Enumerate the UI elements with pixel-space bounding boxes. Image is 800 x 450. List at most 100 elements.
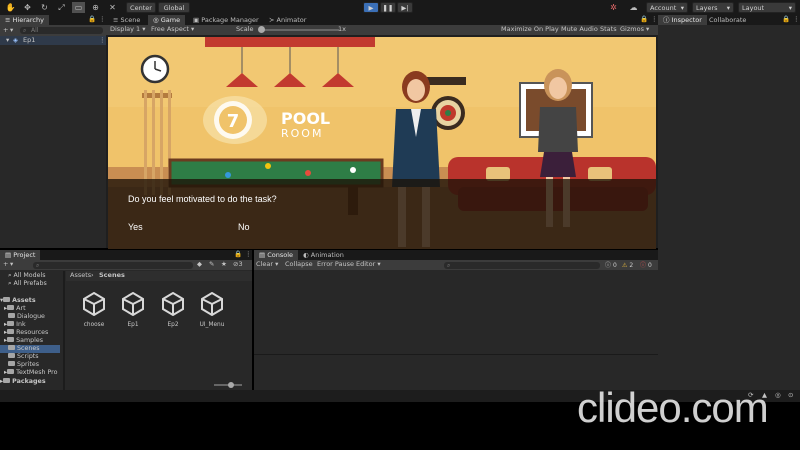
asset-ep2[interactable]: Ep2 [158,292,188,332]
tab-hierarchy[interactable]: ≡ Hierarchy [0,15,49,25]
gizmos-dropdown[interactable]: Gizmos ▾ [620,25,649,34]
collab-icon[interactable]: ✲ [607,2,620,13]
lock-icon[interactable]: 🔒 [234,250,242,259]
cache-icon[interactable]: ◎ [775,391,781,400]
move-tool-icon[interactable]: ✥ [21,2,34,13]
maximize-on-play-toggle[interactable]: Maximize On Play [501,25,559,34]
custom-tool-icon[interactable]: ✕ [106,2,119,13]
tree-item-all-models[interactable]: ⌕ All Models [0,272,60,280]
filter-label-icon[interactable]: ✎ [209,260,214,269]
tree-label: Dialogue [17,313,45,320]
collapse-button[interactable]: Collapse [285,260,313,269]
chevron-down-icon[interactable]: ▾ [10,26,13,35]
choice-no-button[interactable]: No [238,222,250,232]
lock-icon[interactable]: 🔒 [782,15,790,24]
game-view-toolbar: Display 1 ▾ Free Aspect ▾ Scale 1x Maxim… [106,25,658,35]
kebab-menu-icon[interactable]: ⋮ [245,250,252,259]
icon-size-slider[interactable] [214,382,242,388]
rect-tool-icon[interactable]: ▭ [72,2,85,13]
pause-button[interactable]: ❚❚ [380,2,396,13]
console-search-input[interactable]: ⌕ [444,262,600,269]
space-toggle[interactable]: Global [158,2,190,13]
info-count-badge[interactable]: ⓘ 0 [605,262,617,270]
tab-animation[interactable]: ◐ Animation [298,250,349,260]
breadcrumb-scenes[interactable]: Scenes [99,271,125,280]
tab-console[interactable]: ▤ Console [254,250,299,260]
kebab-menu-icon[interactable]: ⋮ [99,15,106,24]
poster-line1: POOL [281,109,330,128]
tree-item-assets[interactable]: ▾ Assets [0,297,60,305]
tab-collaborate[interactable]: Collaborate [704,15,751,25]
filter-type-icon[interactable]: ◆ [197,260,202,269]
tab-package-manager[interactable]: ▣ Package Manager [188,15,264,25]
tree-item-samples[interactable]: ▸ Samples [0,337,60,345]
step-button[interactable]: ▶| [397,2,413,13]
project-search-input[interactable]: ⌕ [33,262,193,269]
lock-icon[interactable]: 🔒 [88,15,96,24]
mute-audio-toggle[interactable]: Mute Audio [561,25,598,34]
breadcrumb-assets[interactable]: Assets [70,271,91,280]
tree-item-sprites[interactable]: Sprites [0,361,60,369]
tree-label: Assets [12,297,36,304]
transform-tool-icon[interactable]: ⊕ [89,2,102,13]
hand-tool-icon[interactable]: ✋ [4,2,17,13]
tree-item-packages[interactable]: ▸ Packages [0,378,60,386]
tree-item-ink[interactable]: ▸ Ink [0,321,60,329]
tab-game[interactable]: ◎ Game [148,15,186,25]
tab-scene[interactable]: ≡ Scene [108,15,145,25]
kebab-menu-icon[interactable]: ⋮ [99,36,106,45]
asset-ep1[interactable]: Ep1 [118,292,148,332]
tab-project[interactable]: ▤ Project [0,250,41,260]
scale-slider[interactable] [258,26,339,33]
display-dropdown[interactable]: Display 1 ▾ [110,25,146,34]
cloud-icon[interactable]: ☁ [627,2,640,13]
warning-count-badge[interactable]: ⚠ 2 [622,262,633,270]
unity-scene-icon [122,292,144,316]
scale-tool-icon[interactable]: ⤢ [55,2,68,13]
asset-ui-menu[interactable]: UI_Menu [197,292,227,332]
scale-slider-thumb[interactable] [258,26,265,33]
tree-item-art[interactable]: ▸ Art [0,305,60,313]
editor-dropdown[interactable]: Editor ▾ [356,260,381,269]
error-pause-button[interactable]: Error Pause [317,260,354,269]
tree-item-scenes[interactable]: Scenes [0,345,60,353]
stats-toggle[interactable]: Stats [600,25,617,34]
pivot-toggle[interactable]: Center [126,2,156,13]
poster-line2: ROOM [281,127,323,140]
create-button[interactable]: + [3,260,8,269]
tree-item-dialogue[interactable]: Dialogue [0,313,60,321]
kebab-menu-icon[interactable]: ⋮ [651,15,658,24]
icon-size-thumb[interactable] [228,382,234,388]
account-dropdown[interactable]: Account ▾ [646,2,688,13]
debug-icon[interactable]: ⊙ [788,391,793,400]
add-object-button[interactable]: + [3,26,8,35]
asset-choose[interactable]: choose [79,292,109,332]
tree-item-all-prefabs[interactable]: ⌕ All Prefabs [0,280,60,288]
hidden-packages-icon[interactable]: ⊘3 [233,260,243,269]
breadcrumb: Assets › Scenes [66,271,252,281]
tree-item-resources[interactable]: ▸ Resources [0,329,60,337]
favorite-icon[interactable]: ★ [221,260,227,269]
clear-button[interactable]: Clear ▾ [256,260,278,269]
tree-item-scripts[interactable]: Scripts [0,353,60,361]
tab-animator[interactable]: ≻ Animator [264,15,311,25]
layers-dropdown[interactable]: Layers ▾ [692,2,734,13]
choice-yes-button[interactable]: Yes [128,222,143,232]
clock-icon [140,54,170,84]
kebab-menu-icon[interactable]: ⋮ [793,15,800,24]
tab-inspector[interactable]: ⓘ Inspector [658,15,707,25]
tree-item-textmesh-pro[interactable]: ▸ TextMesh Pro [0,369,60,377]
lock-icon[interactable]: 🔒 [640,15,648,24]
layout-dropdown[interactable]: Layout ▾ [738,2,796,13]
hierarchy-root-row[interactable]: ▾ ◈ Ep1 ⋮ [0,36,106,45]
play-button[interactable]: ▶ [363,2,379,13]
console-divider[interactable] [254,354,658,355]
game-stage[interactable]: 7 POOL ROOM Do you feel motivated to do … [108,37,656,249]
chevron-down-icon[interactable]: ▾ [6,36,9,45]
hierarchy-search-input[interactable]: ⌕ All [20,27,103,34]
splitter[interactable] [63,271,65,390]
error-count-badge[interactable]: ⓘ 0 [640,262,652,270]
chevron-down-icon[interactable]: ▾ [10,260,13,269]
aspect-dropdown[interactable]: Free Aspect ▾ [151,25,194,34]
rotate-tool-icon[interactable]: ↻ [38,2,51,13]
